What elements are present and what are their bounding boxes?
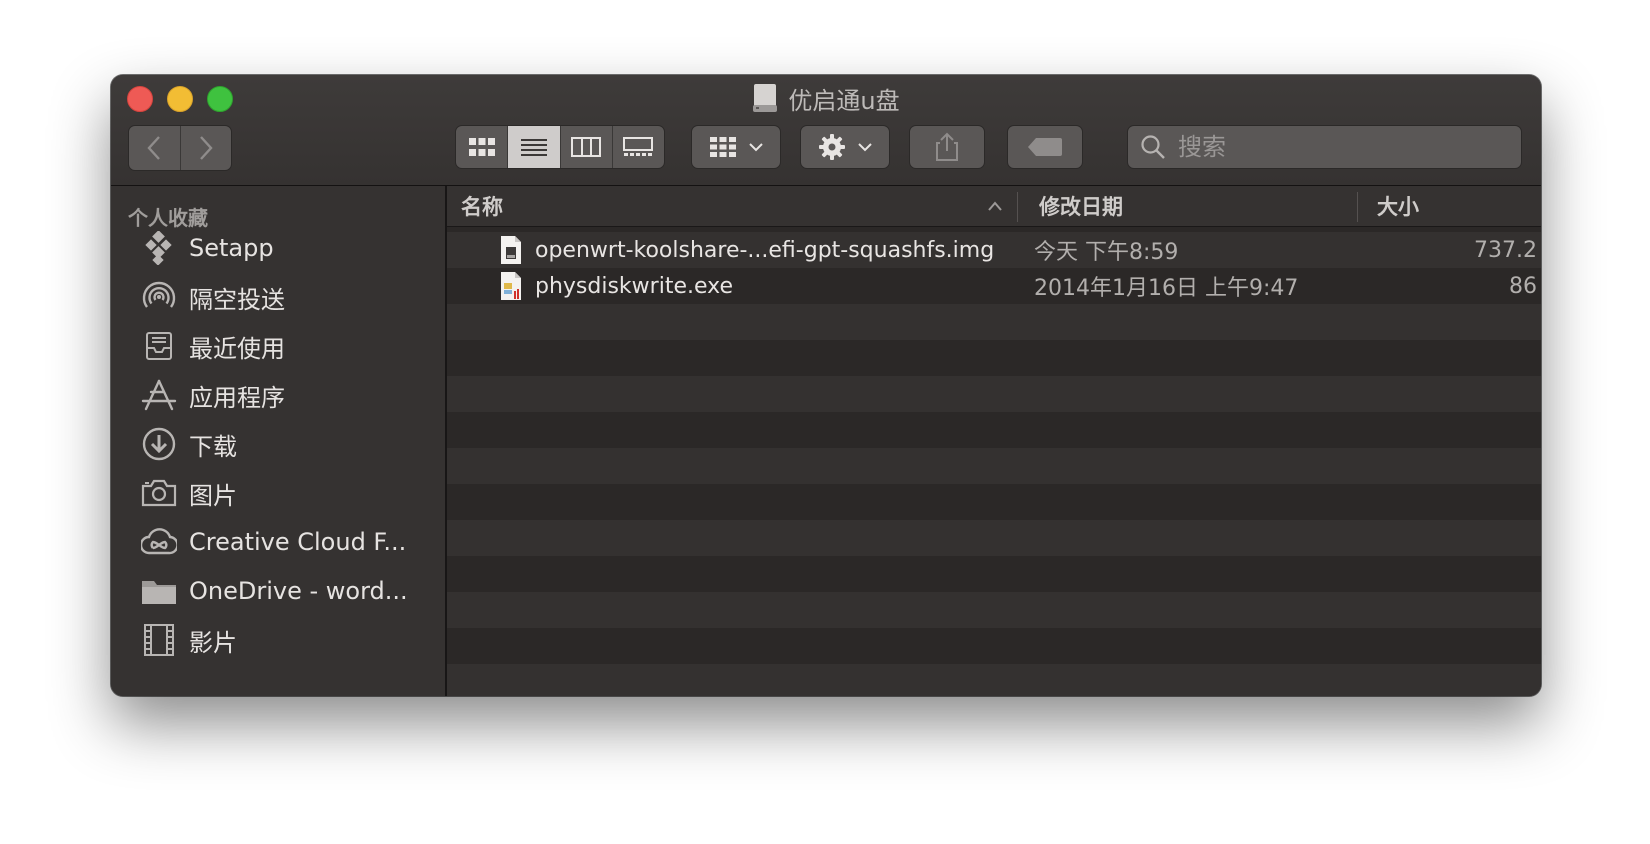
sidebar-item-label: 隔空投送 (189, 285, 285, 314)
column-header: 名称 修改日期 大小 (447, 186, 1541, 227)
empty-row (447, 304, 1541, 340)
forward-button[interactable] (179, 126, 232, 170)
empty-row (447, 412, 1541, 448)
sidebar-item-label: Setapp (189, 234, 274, 262)
empty-row (447, 340, 1541, 376)
camera-icon (141, 475, 177, 511)
window-title-text: 优启通u盘 (788, 86, 900, 115)
column-header-date[interactable]: 修改日期 (1039, 186, 1123, 226)
empty-row (447, 484, 1541, 520)
navigation-buttons (128, 125, 232, 171)
file-name: openwrt-koolshare-...efi-gpt-squashfs.im… (535, 237, 995, 263)
group-grid-icon (710, 137, 736, 157)
file-date: 2014年1月16日 上午9:47 (1034, 276, 1299, 301)
back-button[interactable] (129, 126, 180, 170)
chevron-down-icon (858, 143, 872, 152)
icon-view-icon (468, 138, 495, 156)
window-title: 优启通u盘 (111, 80, 1541, 116)
file-row[interactable]: physdiskwrite.exe 2014年1月16日 上午9:47 86 (447, 268, 1541, 304)
chevron-left-icon (147, 136, 161, 160)
tag-icon (1028, 138, 1062, 156)
sidebar-item-label: OneDrive - word... (189, 577, 408, 605)
sidebar-item-label: Creative Cloud F... (189, 528, 407, 556)
icon-view-button[interactable] (456, 126, 507, 168)
file-row[interactable]: openwrt-koolshare-...efi-gpt-squashfs.im… (447, 232, 1541, 268)
column-divider[interactable] (1357, 192, 1358, 222)
gear-icon (819, 134, 845, 160)
empty-row (447, 628, 1541, 664)
column-header-name[interactable]: 名称 (461, 186, 503, 226)
chevron-right-icon (199, 136, 213, 160)
sidebar-item-label: 应用程序 (189, 383, 285, 412)
airdrop-icon (141, 279, 177, 315)
folder-icon (141, 573, 177, 609)
search-field[interactable] (1127, 125, 1522, 169)
share-button[interactable] (909, 125, 985, 169)
tag-button[interactable] (1007, 125, 1083, 169)
sidebar-item-recents[interactable]: 最近使用 (141, 324, 285, 368)
sidebar-item-applications[interactable]: 应用程序 (141, 373, 285, 417)
empty-row (447, 664, 1541, 696)
sort-ascending-icon[interactable] (987, 200, 1003, 212)
download-icon (141, 426, 177, 462)
column-header-size[interactable]: 大小 (1377, 186, 1419, 226)
empty-row (447, 376, 1541, 412)
empty-row (447, 556, 1541, 592)
gallery-view-button[interactable] (611, 126, 664, 168)
search-input[interactable] (1176, 132, 1500, 162)
finder-window: 优启通u盘 搜索 个人收藏 Setapp 隔空投送 最近使用 应用程序 下载 图… (111, 75, 1541, 696)
column-divider[interactable] (1017, 192, 1018, 222)
recents-icon (141, 328, 177, 364)
file-list: 名称 修改日期 大小 openwrt-koolshare-...efi-gpt-… (447, 186, 1541, 696)
empty-row (447, 448, 1541, 484)
list-view-button[interactable] (507, 126, 560, 168)
sidebar-item-label: 最近使用 (189, 334, 285, 363)
disk-image-icon (501, 236, 521, 264)
action-menu-button[interactable] (800, 125, 890, 169)
sidebar-item-downloads[interactable]: 下载 (141, 422, 237, 466)
file-size: 737.2 (1474, 237, 1537, 263)
sidebar-item-pictures[interactable]: 图片 (141, 471, 237, 515)
sidebar-item-airdrop[interactable]: 隔空投送 (141, 275, 285, 319)
empty-row (447, 592, 1541, 628)
file-name: physdiskwrite.exe (535, 273, 733, 299)
chevron-down-icon (749, 143, 763, 152)
sidebar-item-label: 下载 (189, 432, 237, 461)
file-date: 今天 下午8:59 (1034, 240, 1179, 265)
creative-cloud-icon (141, 524, 177, 560)
sidebar-item-onedrive[interactable]: OneDrive - word... (141, 569, 408, 613)
exe-file-icon (501, 272, 521, 300)
external-drive-icon (753, 84, 778, 112)
column-view-button[interactable] (559, 126, 612, 168)
share-icon (936, 132, 958, 161)
sidebar-item-movies[interactable]: 影片 (141, 618, 237, 662)
group-by-button[interactable] (691, 125, 781, 169)
sidebar-item-setapp[interactable]: Setapp (141, 226, 274, 270)
sidebar: 个人收藏 Setapp 隔空投送 最近使用 应用程序 下载 图片 Creativ… (111, 186, 447, 696)
toolbar: 优启通u盘 (111, 75, 1541, 186)
sidebar-item-creative-cloud[interactable]: Creative Cloud F... (141, 520, 406, 564)
applications-icon (141, 377, 177, 413)
sidebar-item-label: 图片 (189, 481, 237, 510)
setapp-icon (141, 230, 177, 266)
sidebar-item-label: 影片 (189, 628, 237, 657)
column-view-icon (571, 137, 602, 157)
view-mode-segmented-control (455, 125, 665, 169)
search-icon (1141, 135, 1165, 159)
list-view-icon (520, 139, 547, 156)
empty-row (447, 520, 1541, 556)
file-size: 86 (1509, 273, 1537, 299)
film-icon (141, 622, 177, 658)
gallery-view-icon (623, 137, 654, 156)
